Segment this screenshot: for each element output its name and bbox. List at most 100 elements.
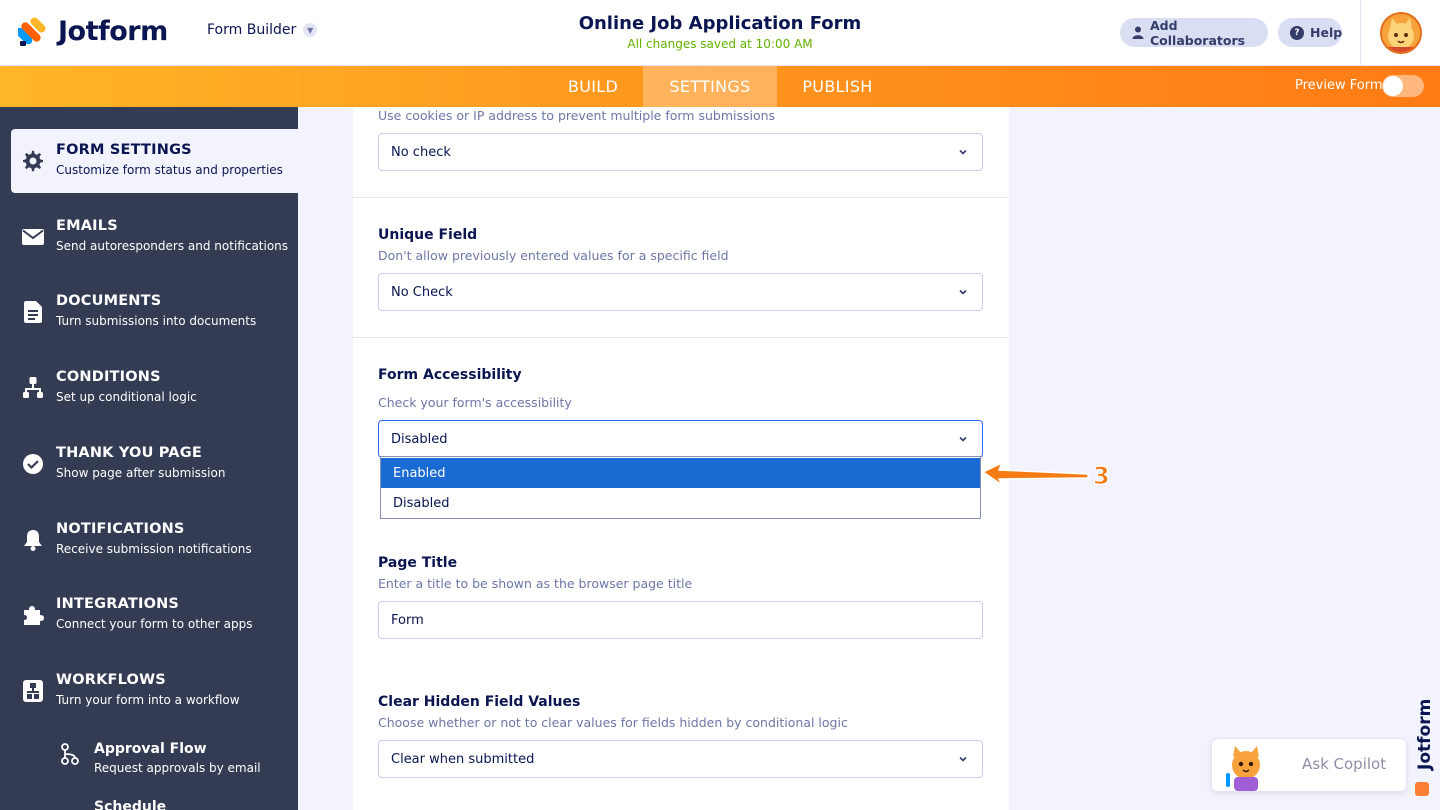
sidebar-subitem-subtitle: Request approvals by email [94,761,261,775]
sidebar-item-thank-you-page[interactable]: THANK YOU PAGE Show page after submissio… [11,432,298,496]
header-divider [1360,0,1361,66]
copilot-cat-icon [1226,746,1260,791]
top-header: Jotform Form Builder ▼ Online Job Applic… [0,0,1440,66]
sidebar-item-title: CONDITIONS [56,369,161,385]
sidebar-item-workflows[interactable]: WORKFLOWS Turn your form into a workflow [11,659,298,723]
form-builder-dropdown[interactable]: Form Builder ▼ [207,22,318,38]
unique-field-label: Unique Field [378,227,478,243]
form-title-area: Online Job Application Form All changes … [520,13,920,51]
puzzle-icon [21,603,45,627]
jotform-vertical-brand: Jotform [1415,699,1435,796]
chevron-down-icon [959,436,967,442]
dropdown-option-disabled[interactable]: Disabled [381,488,980,518]
accessibility-dropdown-list: Enabled Disabled [380,456,981,519]
page-title-input[interactable]: Form [378,601,983,639]
form-builder-label: Form Builder [207,22,297,38]
page-title-description: Enter a title to be shown as the browser… [378,576,693,591]
chevron-down-icon [959,289,967,295]
clear-hidden-select[interactable]: Clear when submitted [378,740,983,778]
tab-publish[interactable]: PUBLISH [790,66,885,107]
unique-field-select-value: No Check [391,284,453,300]
chevron-down-icon: ▼ [303,23,318,37]
sidebar-item-subtitle: Receive submission notifications [56,542,252,556]
logo-text: Jotform [58,16,168,47]
form-title[interactable]: Online Job Application Form [520,13,920,34]
unique-field-select[interactable]: No Check [378,273,983,311]
page-title-label: Page Title [378,555,458,571]
tab-settings[interactable]: SETTINGS [643,66,777,107]
dropdown-option-enabled[interactable]: Enabled [381,458,980,488]
main-nav-bar: BUILD SETTINGS PUBLISH Preview Form [0,66,1440,107]
sidebar-subitem-title: Approval Flow [94,741,207,757]
annotation-step-number: 3 [1093,462,1110,490]
chevron-down-icon [959,149,967,155]
brand-mark-icon [1415,782,1429,796]
help-icon: ? [1290,25,1304,40]
sidebar-item-title: EMAILS [56,218,118,234]
sidebar-item-documents[interactable]: DOCUMENTS Turn submissions into document… [11,280,298,344]
ask-copilot-button[interactable]: Ask Copilot [1211,738,1407,792]
page-title-input-value: Form [391,612,424,628]
sidebar-item-subtitle: Customize form status and properties [56,163,283,177]
accessibility-select-value: Disabled [391,431,448,447]
clear-hidden-description: Choose whether or not to clear values fo… [378,715,848,730]
sidebar-item-emails[interactable]: EMAILS Send autoresponders and notificat… [11,205,298,269]
sidebar-item-title: DOCUMENTS [56,293,162,309]
settings-panel: Use cookies or IP address to prevent mul… [353,107,1009,810]
sidebar-item-form-settings[interactable]: FORM SETTINGS Customize form status and … [11,129,298,193]
accessibility-select[interactable]: Disabled [378,420,983,458]
avatar[interactable] [1380,12,1422,54]
conditions-icon [21,376,45,400]
document-icon [21,300,45,324]
sidebar-item-subtitle: Turn submissions into documents [56,314,257,328]
unique-field-description: Don't allow previously entered values fo… [378,248,729,263]
sidebar-item-subtitle: Show page after submission [56,466,226,480]
envelope-icon [21,225,45,249]
accessibility-description: Check your form's accessibility [378,395,572,410]
sidebar-item-title: NOTIFICATIONS [56,521,185,537]
sidebar-item-subtitle: Connect your form to other apps [56,617,253,631]
sidebar-item-integrations[interactable]: INTEGRATIONS Connect your form to other … [11,583,298,647]
toggle-knob [1383,76,1403,96]
jotform-logo[interactable]: Jotform [18,16,168,47]
sidebar-item-subtitle: Turn your form into a workflow [56,693,240,707]
add-collaborators-label: Add Collaborators [1150,17,1246,48]
help-label: Help [1310,25,1343,40]
accessibility-label: Form Accessibility [378,367,522,383]
save-status: All changes saved at 10:00 AM [627,37,813,51]
brand-vertical-text: Jotform [1415,699,1435,771]
approval-flow-icon [60,743,82,765]
sidebar-item-subtitle: Send autoresponders and notifications [56,239,289,253]
user-icon [1132,26,1144,40]
section-divider [353,337,1009,338]
sidebar-item-title: INTEGRATIONS [56,596,180,612]
chevron-down-icon [959,756,967,762]
ask-copilot-label: Ask Copilot [1302,755,1387,773]
clear-hidden-label: Clear Hidden Field Values [378,694,581,710]
sidebar-item-title: THANK YOU PAGE [56,445,202,461]
check-circle-icon [21,452,45,476]
section-divider [353,197,1009,198]
sidebar-item-notifications[interactable]: NOTIFICATIONS Receive submission notific… [11,508,298,572]
sidebar-subitem-approval-flow[interactable]: Approval Flow Request approvals by email [60,741,298,781]
tab-build[interactable]: BUILD [548,66,638,107]
settings-sidebar: FORM SETTINGS Customize form status and … [0,107,298,810]
sidebar-item-subtitle: Set up conditional logic [56,390,197,404]
sidebar-item-title: WORKFLOWS [56,672,166,688]
add-collaborators-button[interactable]: Add Collaborators [1120,17,1268,48]
jotform-logo-icon [18,16,46,46]
annotation-arrow-icon: 3 [981,461,1110,491]
sidebar-subitem-title: Schedule [94,799,167,810]
preview-form-toggle[interactable] [1382,75,1424,97]
bell-icon [21,528,45,552]
sidebar-item-title: FORM SETTINGS [56,142,192,158]
cookies-select[interactable]: No check [378,133,983,171]
gear-icon [21,149,45,173]
help-button[interactable]: ? Help [1278,18,1342,47]
avatar-cat-icon [1388,18,1414,52]
cookies-select-value: No check [391,144,451,160]
preview-form-label: Preview Form [1295,78,1383,93]
workflow-icon [21,679,45,703]
sidebar-subitem-schedule[interactable]: Schedule [60,799,298,810]
sidebar-item-conditions[interactable]: CONDITIONS Set up conditional logic [11,356,298,420]
